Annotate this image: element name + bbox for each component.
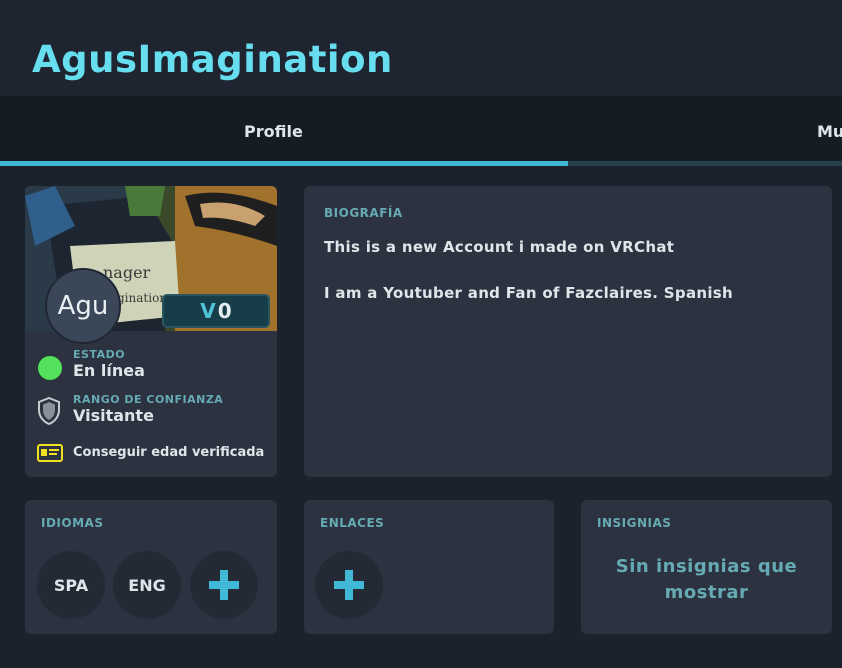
page-title: AgusImagination [32,38,393,81]
bio-line-2: I am a Youtuber and Fan of Fazclaires. S… [324,284,733,302]
svg-text:gination: gination [117,291,167,305]
age-verify-link[interactable]: Conseguir edad verificada [73,445,264,460]
add-language-button[interactable] [190,551,258,619]
trust-rank-value: Visitante [73,406,154,425]
languages-label: IDIOMAS [41,516,104,530]
tab-bar: Profile Mu [0,96,842,166]
vrc-plus-value: 0 [217,299,232,323]
trust-rank-field: RANGO DE CONFIANZA Visitante [73,393,223,425]
plus-icon [334,570,364,600]
language-chip-eng[interactable]: ENG [113,551,181,619]
vrc-plus-badge: V 0 [162,294,270,328]
status-value: En línea [73,361,145,380]
tab-profile[interactable]: Profile [244,122,303,141]
tab-next[interactable]: Mu [817,122,842,141]
bio-label: BIOGRAFÍA [324,206,403,220]
tab-active-indicator [0,161,568,166]
bio-line-1: This is a new Account i made on VRChat [324,238,675,256]
plus-icon [209,570,239,600]
badges-label: INSIGNIAS [597,516,672,530]
badges-panel: INSIGNIAS Sin insignias que mostrar [581,500,832,634]
status-field: ESTADO En línea [73,348,145,380]
language-chip-spa[interactable]: SPA [37,551,105,619]
links-label: ENLACES [320,516,385,530]
profile-card: nager gination Agu V 0 ESTADO En línea R… [25,186,277,477]
status-label: ESTADO [73,348,126,361]
add-link-button[interactable] [315,551,383,619]
badges-empty-text: Sin insignias que mostrar [615,556,798,603]
id-card-icon [37,444,63,462]
status-online-icon [38,356,62,380]
bio-panel: BIOGRAFÍA This is a new Account i made o… [304,186,832,477]
header-bar: AgusImagination [0,0,842,96]
languages-panel: IDIOMAS SPA ENG [25,500,277,634]
links-panel: ENLACES [304,500,554,634]
trust-rank-label: RANGO DE CONFIANZA [73,393,224,406]
avatar[interactable]: Agu [45,268,121,344]
shield-icon [38,397,60,425]
v-icon: V [200,299,216,323]
